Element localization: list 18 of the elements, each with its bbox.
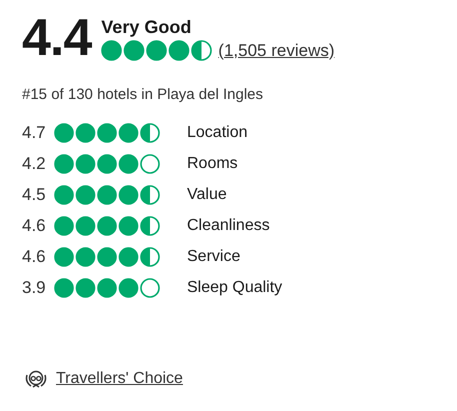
subrating-label: Cleanliness xyxy=(187,216,270,234)
subrating-score: 4.6 xyxy=(22,216,47,236)
subrating-label: Sleep Quality xyxy=(187,278,282,296)
subrating-label: Rooms xyxy=(187,154,238,172)
subrating-score: 4.5 xyxy=(22,184,47,204)
overall-score: 4.4 xyxy=(22,8,92,68)
subrating-score: 3.9 xyxy=(22,278,47,298)
subrating-label: Service xyxy=(187,248,240,266)
subrating-label: Value xyxy=(187,186,227,204)
owl-icon xyxy=(24,369,48,389)
rating-label: Very Good xyxy=(101,16,192,38)
subrating-score: 4.2 xyxy=(22,154,47,174)
reviews-link[interactable]: (1,505 reviews) xyxy=(218,40,335,60)
subrating-score: 4.7 xyxy=(22,122,47,142)
subrating-score: 4.6 xyxy=(22,246,47,266)
travellers-choice-link[interactable]: Travellers' Choice xyxy=(56,370,183,388)
subrating-label: Location xyxy=(187,124,248,142)
ranking-text: #15 of 130 hotels in Playa del Ingles xyxy=(22,86,264,103)
